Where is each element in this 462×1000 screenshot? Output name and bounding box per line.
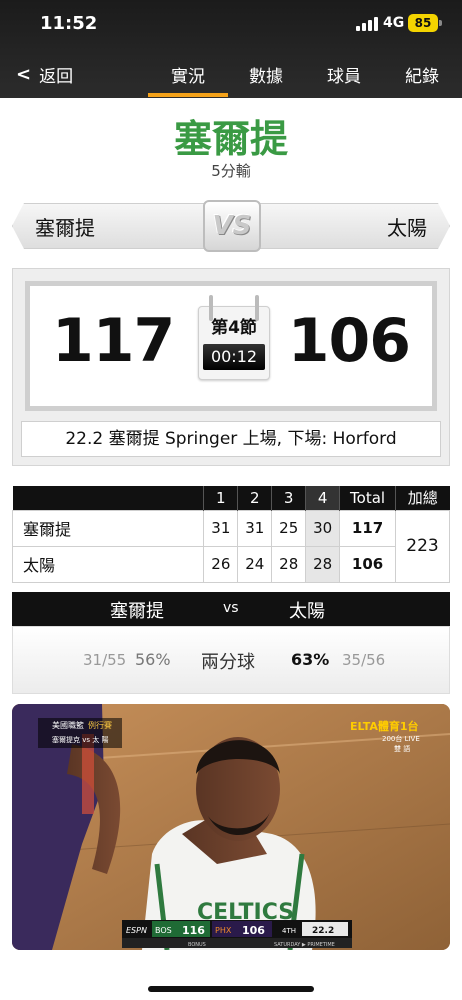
table-header: 加總 <box>395 486 450 510</box>
table-header: 1 <box>203 486 238 510</box>
scorebug-quarter: 4TH <box>282 927 296 935</box>
total-cell: 117 <box>339 509 397 547</box>
table-header: 2 <box>237 486 272 510</box>
video-frame: CELTICS 美國職籃 例行賽 塞爾提克 vs 太 陽 ELTA體育1台 20… <box>12 704 450 950</box>
tab-records-label: 紀錄 <box>405 67 439 87</box>
event-tag: 例行賽 <box>88 720 112 730</box>
table-header: Total <box>339 486 396 510</box>
total-cell: 106 <box>339 545 397 583</box>
status-time: 11:52 <box>40 13 98 34</box>
tv-scorebug: ESPN BOS 116 PHX 106 4TH 22.2 BONUS SATU… <box>122 920 352 948</box>
stat-vs-label: vs <box>223 600 239 616</box>
scorebug-away-score: 106 <box>242 924 265 937</box>
stat-compare-header: 塞爾提 vs 太陽 <box>12 592 450 626</box>
away-percentage: 63% <box>291 650 330 669</box>
quarter-cell: 31 <box>203 509 239 547</box>
scoreboard: 117 第4節 00:12 106 22.2 塞爾提 Springer 上場, … <box>12 268 450 466</box>
scorebug-home-score: 116 <box>182 924 205 937</box>
vs-badge: VS <box>203 200 261 252</box>
home-made-attempted: 31/55 <box>83 651 127 669</box>
game-clock: 00:12 <box>203 344 265 370</box>
battery-icon: 85 <box>408 14 442 32</box>
home-indicator[interactable] <box>148 986 314 992</box>
tab-players-label: 球員 <box>327 67 361 87</box>
hanger-left <box>209 295 213 321</box>
period-card: 第4節 00:12 <box>198 295 270 380</box>
stat-home-team: 塞爾提 <box>110 601 164 622</box>
live-video-player[interactable]: CELTICS 美國職籃 例行賽 塞爾提克 vs 太 陽 ELTA體育1台 20… <box>12 704 450 950</box>
scorebug-away: PHX <box>215 926 232 935</box>
quarter-cell: 31 <box>237 509 273 547</box>
top-header: 11:52 4G 85 < 返回 實況 數據 球員 紀錄 <box>0 0 462 98</box>
table-header <box>12 486 204 510</box>
channel-logo: ELTA體育1台 <box>350 719 419 733</box>
stat-label: 兩分球 <box>201 652 255 673</box>
team-cell: 塞爾提 <box>11 509 205 547</box>
league-tag: 美國職籃 <box>52 720 84 730</box>
quarter-cell: 26 <box>203 545 239 583</box>
table-header-row: 1 2 3 4 Total 加總 <box>12 486 450 510</box>
tab-stats[interactable]: 數據 <box>231 62 301 87</box>
tab-players[interactable]: 球員 <box>309 62 379 87</box>
quarter-score-table: 1 2 3 4 Total 加總 塞爾提 31 31 25 30 117 223… <box>11 486 450 583</box>
tab-live-label: 實況 <box>171 67 205 87</box>
signal-icon <box>356 17 378 31</box>
status-bar: 11:52 4G 85 <box>0 0 462 50</box>
home-percentage: 56% <box>135 650 171 669</box>
scorebug-clock: 22.2 <box>312 926 334 936</box>
quarter-cell: 28 <box>271 545 307 583</box>
quarter-cell: 24 <box>237 545 273 583</box>
battery-level: 85 <box>414 16 432 30</box>
channel-sub: 200台 LIVE <box>382 734 420 743</box>
back-button[interactable]: < 返回 <box>16 62 73 87</box>
stat-away-team: 太陽 <box>289 601 325 622</box>
hanger-right <box>255 295 259 321</box>
matchup-tag: 塞爾提克 vs 太 陽 <box>52 735 108 744</box>
last-event: 22.2 塞爾提 Springer 上場, 下場: Horford <box>21 421 441 457</box>
quarter-cell: 30 <box>305 509 341 547</box>
page-title: 塞爾提 <box>173 117 288 161</box>
scorebug-footer-right: SATURDAY ▶ PRIMETIME <box>274 942 335 948</box>
scorebug-network: ESPN <box>126 926 147 935</box>
home-team-name: 塞爾提 <box>12 203 212 249</box>
chevron-left-icon: < <box>16 64 32 85</box>
versus-banner: 塞爾提 太陽 VS <box>12 200 450 252</box>
quarter-cell: 28 <box>305 545 341 583</box>
away-score: 106 <box>287 306 411 376</box>
tab-records[interactable]: 紀錄 <box>387 62 457 87</box>
back-label: 返回 <box>39 67 74 87</box>
away-made-attempted: 35/56 <box>342 651 386 669</box>
table-row: 太陽 26 24 28 28 106 <box>11 545 450 583</box>
tab-stats-label: 數據 <box>249 67 283 87</box>
team-cell: 太陽 <box>11 545 205 583</box>
network-label: 4G <box>383 15 405 31</box>
tab-live[interactable]: 實況 <box>148 62 228 97</box>
scoreboard-panel: 117 第4節 00:12 106 <box>25 281 437 411</box>
scorebug-home: BOS <box>155 926 172 935</box>
quarter-cell: 25 <box>271 509 307 547</box>
home-score: 117 <box>52 306 175 376</box>
combined-cell: 223 <box>395 509 450 583</box>
table-header: 4 <box>305 486 340 510</box>
game-result: 5分輸 <box>211 162 251 180</box>
stat-row-two-pointers: 31/55 56% 兩分球 63% 35/56 <box>12 626 450 694</box>
channel-sub2: 雙 語 <box>394 744 410 753</box>
table-row: 塞爾提 31 31 25 30 117 223 <box>11 509 450 583</box>
table-header: 3 <box>271 486 306 510</box>
scorebug-footer-left: BONUS <box>188 942 206 948</box>
away-team-name: 太陽 <box>250 203 450 249</box>
